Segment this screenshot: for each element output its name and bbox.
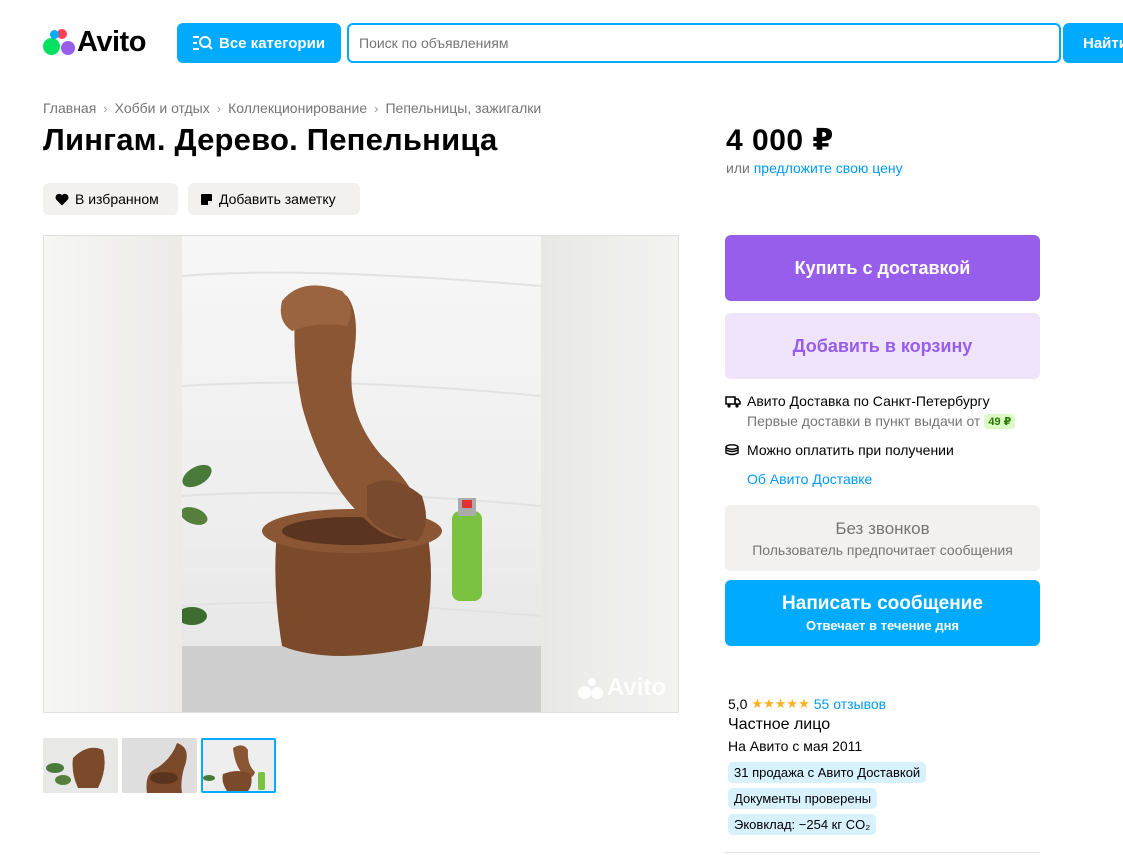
seller-since: На Авито с мая 2011: [728, 738, 863, 754]
delivery-title: Авито Доставка по Санкт-Петербургу: [747, 393, 990, 409]
breadcrumb-item[interactable]: Коллекционирование: [228, 100, 367, 116]
truck-icon: [725, 396, 741, 408]
categories-search-icon: [193, 36, 213, 50]
find-button[interactable]: Найти: [1063, 23, 1123, 63]
seller-badge: 31 продажа с Авито Доставкой: [728, 762, 927, 783]
offer-price-link[interactable]: предложите свою цену: [754, 160, 903, 176]
breadcrumb-item[interactable]: Пепельницы, зажигалки: [385, 100, 541, 116]
write-message-button[interactable]: Написать сообщение Отвечает в течение дн…: [725, 580, 1040, 646]
note-icon: [201, 193, 212, 205]
thumbnail-strip: [43, 738, 276, 793]
no-calls-notice: Без звонков Пользователь предпочитает со…: [725, 505, 1040, 571]
favorite-label: В избранном: [75, 191, 159, 207]
seller-badge: Эковклад: −254 кг CO₂: [728, 814, 877, 835]
rating-stars-icon: ★★★★★: [751, 696, 810, 711]
delivery-sub-text: Первые доставки в пункт выдачи от: [747, 413, 981, 429]
add-to-cart-button[interactable]: Добавить в корзину: [725, 313, 1040, 379]
thumbnail-active[interactable]: [201, 738, 276, 793]
seller-badge: Документы проверены: [728, 788, 878, 809]
chevron-right-icon: ›: [374, 100, 379, 116]
message-sub: Отвечает в течение дня: [805, 618, 960, 633]
thumbnail[interactable]: [122, 738, 197, 793]
message-title: Написать сообщение: [782, 593, 983, 614]
chevron-right-icon: ›: [216, 100, 222, 116]
breadcrumb: Главная › Хобби и отдых › Коллекциониров…: [43, 100, 541, 116]
main-photo: [182, 236, 541, 712]
ashtray-photo-illustration: [182, 271, 541, 712]
rating-value: 5,0: [728, 696, 748, 712]
search-input[interactable]: [347, 23, 1061, 63]
buy-with-delivery-button[interactable]: Купить с доставкой: [725, 235, 1040, 301]
price: 4 000 ₽: [726, 124, 834, 157]
avito-logo-dots-icon: [43, 27, 75, 57]
pay-on-receipt: Можно оплатить при получении: [725, 442, 954, 458]
seller-name[interactable]: Частное лицо: [728, 716, 830, 734]
breadcrumb-item[interactable]: Главная: [43, 100, 96, 116]
reviews-link[interactable]: 55 отзывов: [814, 696, 886, 712]
price-or-text: или: [726, 160, 750, 176]
heart-icon: [55, 193, 69, 205]
page-title: Лингам. Дерево. Пепельница: [43, 122, 498, 157]
gallery-blur-left: [44, 236, 182, 712]
seller-rating: 5,0 ★★★★★ 55 отзывов: [728, 696, 886, 712]
watermark-text: Avito: [606, 674, 666, 701]
coins-icon: [725, 444, 739, 456]
breadcrumb-item[interactable]: Хобби и отдых: [115, 100, 210, 116]
avito-watermark: Avito: [577, 674, 666, 702]
cart-label: Добавить в корзину: [792, 335, 973, 356]
all-categories-label: Все категории: [219, 34, 326, 52]
add-note-button[interactable]: Добавить заметку: [188, 183, 360, 215]
gallery-blur-right: [540, 236, 678, 712]
favorite-button[interactable]: В избранном: [43, 183, 178, 215]
no-calls-sub: Пользователь предпочитает сообщения: [752, 541, 1013, 558]
thumbnail[interactable]: [43, 738, 118, 793]
delivery-sub: Первые доставки в пункт выдачи от 49 ₽: [747, 413, 1016, 429]
delivery-info: Авито Доставка по Санкт-Петербургу: [725, 393, 990, 409]
avito-logo[interactable]: Avito: [43, 25, 146, 58]
buy-label: Купить с доставкой: [794, 257, 971, 278]
about-delivery-link[interactable]: Об Авито Доставке: [747, 471, 872, 487]
no-calls-title: Без звонков: [835, 518, 930, 538]
logo-text: Avito: [77, 25, 146, 58]
all-categories-button[interactable]: Все категории: [177, 23, 341, 63]
price-offer: или предложите свою цену: [726, 160, 903, 176]
main-photo-gallery[interactable]: Avito: [43, 235, 679, 713]
find-label: Найти: [1083, 34, 1123, 52]
pay-on-receipt-text: Можно оплатить при получении: [747, 442, 954, 458]
divider: [725, 852, 1040, 853]
chevron-right-icon: ›: [103, 100, 108, 116]
delivery-price-badge: 49 ₽: [984, 413, 1016, 429]
add-note-label: Добавить заметку: [219, 191, 336, 207]
